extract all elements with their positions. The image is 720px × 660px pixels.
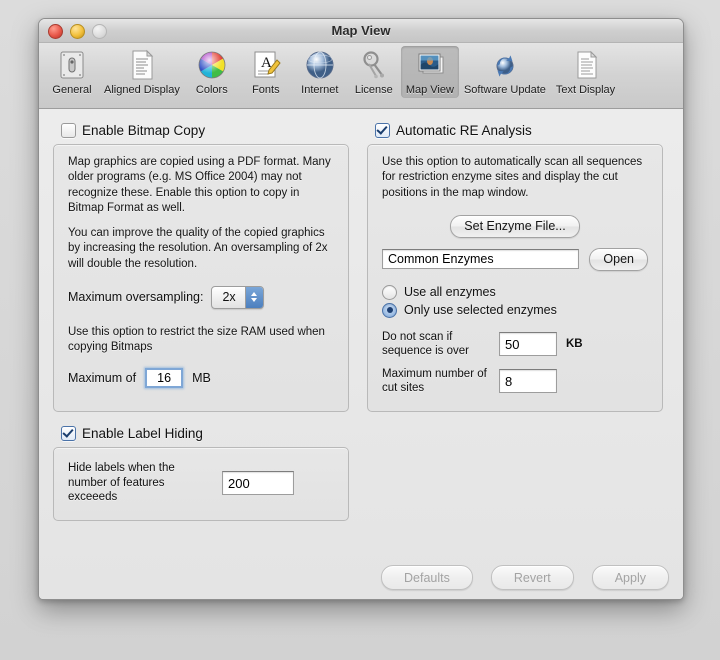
- use-all-enzymes-label: Use all enzymes: [404, 285, 496, 300]
- only-selected-enzymes-label: Only use selected enzymes: [404, 303, 557, 318]
- text-display-icon: [569, 48, 603, 82]
- software-update-icon: [488, 48, 522, 82]
- toolbar-label: Map View: [405, 84, 454, 96]
- set-enzyme-file-button[interactable]: Set Enzyme File...: [450, 214, 580, 238]
- automatic-re-analysis-row[interactable]: Automatic RE Analysis: [375, 123, 663, 138]
- label-hiding-box: Hide labels when the number of features …: [53, 447, 349, 521]
- toolbar-label: General: [52, 84, 92, 96]
- enable-bitmap-copy-label: Enable Bitmap Copy: [82, 123, 206, 138]
- re-analysis-box: Use this option to automatically scan al…: [367, 144, 663, 412]
- map-view-icon: [413, 48, 447, 82]
- stepper-arrows-icon[interactable]: [244, 286, 263, 308]
- enable-label-hiding-row[interactable]: Enable Label Hiding: [61, 426, 349, 441]
- apply-button[interactable]: Apply: [591, 565, 669, 590]
- toolbar-label: Fonts: [252, 84, 280, 96]
- bitmap-paragraph-1: Map graphics are copied using a PDF form…: [68, 156, 331, 214]
- toolbar-item-map-view[interactable]: Map View: [400, 46, 459, 98]
- left-column: Enable Bitmap Copy Map graphics are copi…: [53, 119, 349, 521]
- label-hiding-description: Hide labels when the number of features …: [68, 462, 175, 504]
- footer-buttons: Defaults Revert Apply: [381, 565, 669, 590]
- general-icon: [55, 48, 89, 82]
- bitmap-paragraph-2: You can improve the quality of the copie…: [68, 227, 328, 270]
- re-paragraph-1: Use this option to automatically scan al…: [382, 156, 643, 199]
- set-enzyme-file-row: Set Enzyme File...: [382, 214, 648, 238]
- enable-label-hiding-checkbox[interactable]: [61, 426, 76, 441]
- oversampling-popup[interactable]: 2x: [211, 285, 264, 309]
- close-button[interactable]: [48, 24, 63, 39]
- license-icon: [357, 48, 391, 82]
- colors-icon: [195, 48, 229, 82]
- use-all-enzymes-row[interactable]: Use all enzymes: [382, 284, 648, 300]
- window-titlebar[interactable]: Map View: [39, 19, 683, 43]
- automatic-re-analysis-checkbox[interactable]: [375, 123, 390, 138]
- automatic-re-analysis-label: Automatic RE Analysis: [396, 123, 532, 138]
- toolbar-label: Internet: [301, 84, 339, 96]
- toolbar-label: License: [354, 84, 393, 96]
- zoom-button: [92, 24, 107, 39]
- do-not-scan-input[interactable]: 50: [499, 332, 557, 357]
- maximum-of-unit: MB: [192, 370, 211, 385]
- toolbar-label: Colors: [195, 84, 228, 96]
- only-selected-enzymes-radio[interactable]: [382, 302, 397, 318]
- toolbar-label: Aligned Display: [104, 84, 180, 96]
- revert-button[interactable]: Revert: [490, 565, 574, 590]
- bitmap-copy-box: Map graphics are copied using a PDF form…: [53, 144, 349, 412]
- minimize-button[interactable]: [70, 24, 85, 39]
- aligned-display-icon: [125, 48, 159, 82]
- toolbar-label: Software Update: [463, 84, 546, 96]
- toolbar-item-aligned-display[interactable]: Aligned Display: [99, 46, 185, 98]
- toolbar-item-software-update[interactable]: Software Update: [459, 46, 551, 98]
- oversampling-value: 2x: [222, 290, 236, 305]
- toolbar-item-fonts[interactable]: A Fonts: [239, 46, 293, 98]
- toolbar-item-colors[interactable]: Colors: [185, 46, 239, 98]
- enzyme-file-input[interactable]: Common Enzymes: [382, 249, 580, 270]
- max-cut-sites-input[interactable]: 8: [499, 368, 557, 393]
- toolbar-item-general[interactable]: General: [45, 46, 99, 98]
- open-button[interactable]: Open: [589, 247, 648, 271]
- maximum-of-label: Maximum of: [68, 370, 137, 385]
- chevron-up-icon: [251, 292, 258, 297]
- chevron-down-icon: [251, 298, 258, 303]
- oversampling-row: Maximum oversampling: 2x: [68, 285, 334, 309]
- bitmap-paragraph-3: Use this option to restrict the size RAM…: [68, 325, 325, 354]
- enzyme-file-row: Common Enzymes Open: [382, 247, 648, 271]
- internet-icon: [303, 48, 337, 82]
- toolbar-item-internet[interactable]: Internet: [293, 46, 347, 98]
- use-all-enzymes-radio[interactable]: [382, 284, 397, 300]
- enable-bitmap-copy-checkbox[interactable]: [61, 123, 76, 138]
- enable-bitmap-copy-row[interactable]: Enable Bitmap Copy: [61, 123, 349, 138]
- max-cut-sites-label: Maximum number of cut sites: [382, 367, 487, 394]
- do-not-scan-row: Do not scan if sequence is over 50 KB: [382, 330, 648, 359]
- do-not-scan-unit: KB: [566, 338, 583, 351]
- maximum-of-row: Maximum of 16 MB: [68, 367, 334, 388]
- toolbar-item-text-display[interactable]: Text Display: [551, 46, 620, 98]
- preferences-toolbar: General Aligned Display Colors A Fonts I…: [39, 43, 683, 109]
- toolbar-item-license[interactable]: License: [347, 46, 401, 98]
- oversampling-label: Maximum oversampling:: [68, 290, 204, 305]
- only-selected-enzymes-row[interactable]: Only use selected enzymes: [382, 302, 648, 318]
- window-title: Map View: [331, 23, 391, 38]
- max-cut-sites-row: Maximum number of cut sites 8: [382, 367, 648, 396]
- toolbar-label: Text Display: [555, 84, 616, 96]
- preferences-content: Enable Bitmap Copy Map graphics are copi…: [39, 109, 683, 599]
- maximum-ram-input[interactable]: 16: [145, 367, 184, 388]
- window-controls: [48, 24, 107, 39]
- enable-label-hiding-label: Enable Label Hiding: [82, 426, 203, 441]
- defaults-button[interactable]: Defaults: [381, 565, 473, 590]
- do-not-scan-label: Do not scan if sequence is over: [382, 330, 469, 358]
- right-column: Automatic RE Analysis Use this option to…: [367, 119, 663, 521]
- preferences-window: Map View General Aligned Display Colors …: [38, 18, 684, 600]
- label-hiding-threshold-input[interactable]: 200: [222, 471, 294, 495]
- fonts-icon: A: [249, 48, 283, 82]
